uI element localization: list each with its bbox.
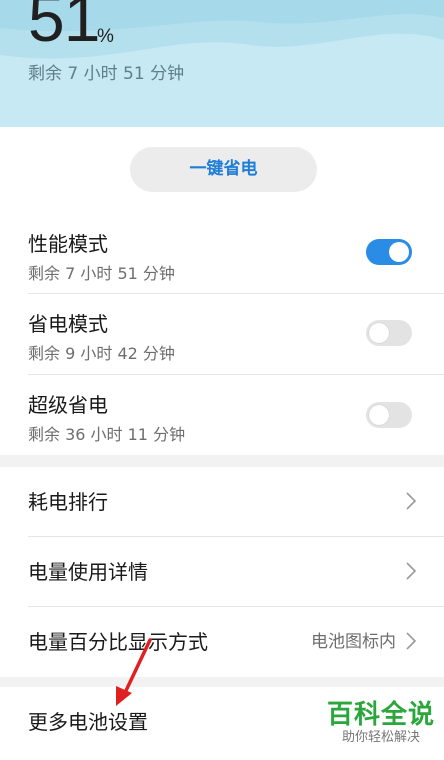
section-gap	[0, 677, 444, 687]
mode-remaining: 剩余 9 小时 42 分钟	[28, 344, 175, 363]
toggle-knob	[369, 405, 389, 425]
percent-display-label: 电量百分比显示方式	[28, 630, 208, 654]
ultra-saving-mode-toggle[interactable]	[366, 402, 412, 428]
usage-details-item[interactable]: 电量使用详情	[28, 537, 444, 607]
mode-remaining: 剩余 36 小时 11 分钟	[28, 425, 186, 444]
mode-title: 超级省电	[28, 393, 108, 417]
usage-details-label: 电量使用详情	[28, 560, 148, 584]
mode-remaining: 剩余 7 小时 51 分钟	[28, 264, 175, 283]
mode-row-ultra-saving[interactable]: 超级省电 剩余 36 小时 11 分钟	[28, 375, 444, 455]
percent-unit: %	[97, 26, 114, 47]
watermark-subtitle: 助你轻松解决	[341, 730, 420, 745]
chevron-right-icon	[406, 632, 416, 650]
section-gap	[0, 455, 444, 467]
mode-row-performance[interactable]: 性能模式 剩余 7 小时 51 分钟	[28, 214, 444, 294]
chevron-right-icon	[406, 492, 416, 510]
power-ranking-label: 耗电排行	[28, 490, 108, 514]
battery-percentage: 51	[28, 0, 100, 55]
chevron-right-icon	[406, 562, 416, 580]
mode-title: 性能模式	[28, 232, 108, 256]
battery-header: 51 % 剩余 7 小时 51 分钟	[0, 0, 444, 127]
toggle-knob	[369, 323, 389, 343]
mode-row-power-saving[interactable]: 省电模式 剩余 9 小时 42 分钟	[28, 294, 444, 374]
more-battery-settings-label: 更多电池设置	[28, 710, 148, 734]
power-saving-mode-toggle[interactable]	[366, 320, 412, 346]
watermark-title: 百科全说	[326, 700, 435, 730]
percent-display-item[interactable]: 电量百分比显示方式 电池图标内	[28, 607, 444, 677]
performance-mode-toggle[interactable]	[366, 239, 412, 265]
power-ranking-item[interactable]: 耗电排行	[28, 467, 444, 537]
watermark-logo: 百科全说 助你轻松解决	[318, 700, 444, 746]
mode-title: 省电模式	[28, 312, 108, 336]
percent-display-value: 电池图标内	[311, 632, 396, 652]
one-key-save-button[interactable]: 一键省电	[130, 147, 317, 192]
remaining-time: 剩余 7 小时 51 分钟	[28, 64, 185, 84]
toggle-knob	[389, 242, 409, 262]
